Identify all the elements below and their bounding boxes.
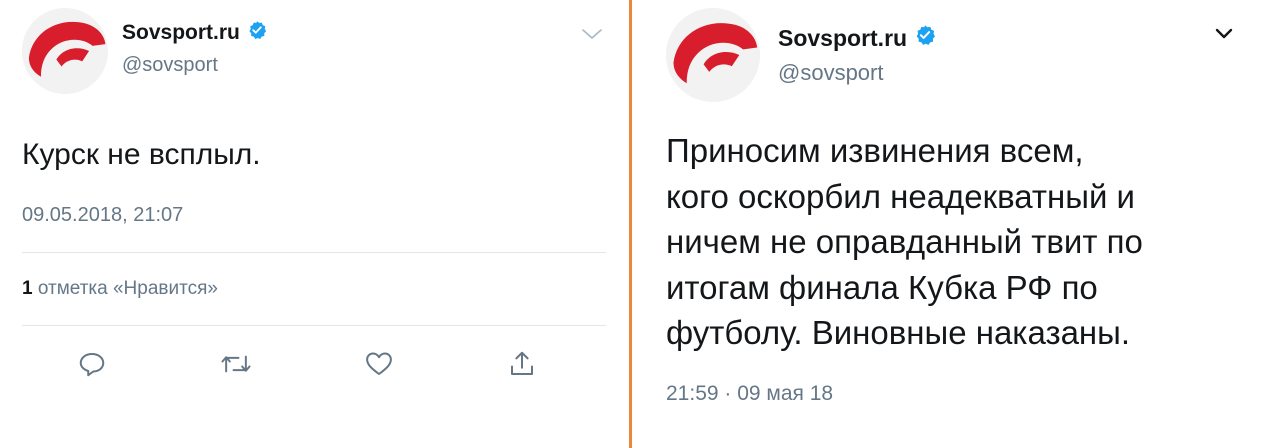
tweet-text-line: Приносим извинения всем,: [666, 132, 1084, 169]
account-handle[interactable]: @sovsport: [122, 54, 218, 77]
verified-badge-icon: [247, 20, 267, 46]
account-name-label: Sovsport.ru: [778, 24, 908, 51]
account-name-label: Sovsport.ru: [122, 21, 240, 44]
left-tweet: Sovsport.ru @sovsport Курск не всплыл. 0…: [0, 0, 629, 448]
tweet-text-line: итогам финала Кубка РФ по: [666, 268, 1098, 306]
tweet-text-line: футболу. Виновные наказаны.: [666, 314, 1131, 351]
divider-line: [22, 325, 606, 326]
chevron-down-icon[interactable]: [1212, 26, 1236, 47]
reply-button[interactable]: [72, 344, 112, 384]
verified-badge-icon: [914, 24, 936, 52]
retweet-button[interactable]: [216, 344, 256, 384]
tweet-text: Приносим извинения всем, кого оскорбил н…: [666, 128, 1143, 356]
retweet-icon: [221, 355, 251, 373]
avatar[interactable]: [666, 8, 760, 102]
divider-line: [22, 252, 606, 253]
right-tweet: Sovsport.ru @sovsport Приносим извинения…: [632, 0, 1280, 448]
likes-summary[interactable]: 1 отметка «Нравится»: [22, 278, 218, 300]
account-handle[interactable]: @sovsport: [778, 60, 883, 86]
tweet-text-line: ничем не оправданный твит по: [666, 223, 1143, 260]
tweet-text-line: кого оскорбил неадекватный и: [666, 177, 1135, 215]
share-icon: [511, 351, 533, 375]
like-icon: [366, 352, 392, 375]
tweet-timestamp[interactable]: 09.05.2018, 21:07: [22, 204, 183, 227]
tweet-timestamp[interactable]: 21:59 · 09 мая 18: [666, 382, 833, 406]
likes-count: 1: [22, 278, 33, 299]
likes-label: отметка «Нравится»: [37, 278, 218, 299]
account-name[interactable]: Sovsport.ru: [778, 24, 936, 52]
like-button[interactable]: [359, 344, 399, 384]
share-button[interactable]: [502, 344, 542, 384]
reply-icon: [79, 353, 105, 377]
chevron-down-icon[interactable]: [580, 26, 604, 47]
account-name[interactable]: Sovsport.ru: [122, 20, 267, 46]
avatar[interactable]: [22, 8, 108, 94]
tweet-text: Курск не всплыл.: [22, 138, 261, 171]
sovsport-logo-icon: [22, 8, 108, 94]
sovsport-logo-icon: [666, 8, 760, 102]
